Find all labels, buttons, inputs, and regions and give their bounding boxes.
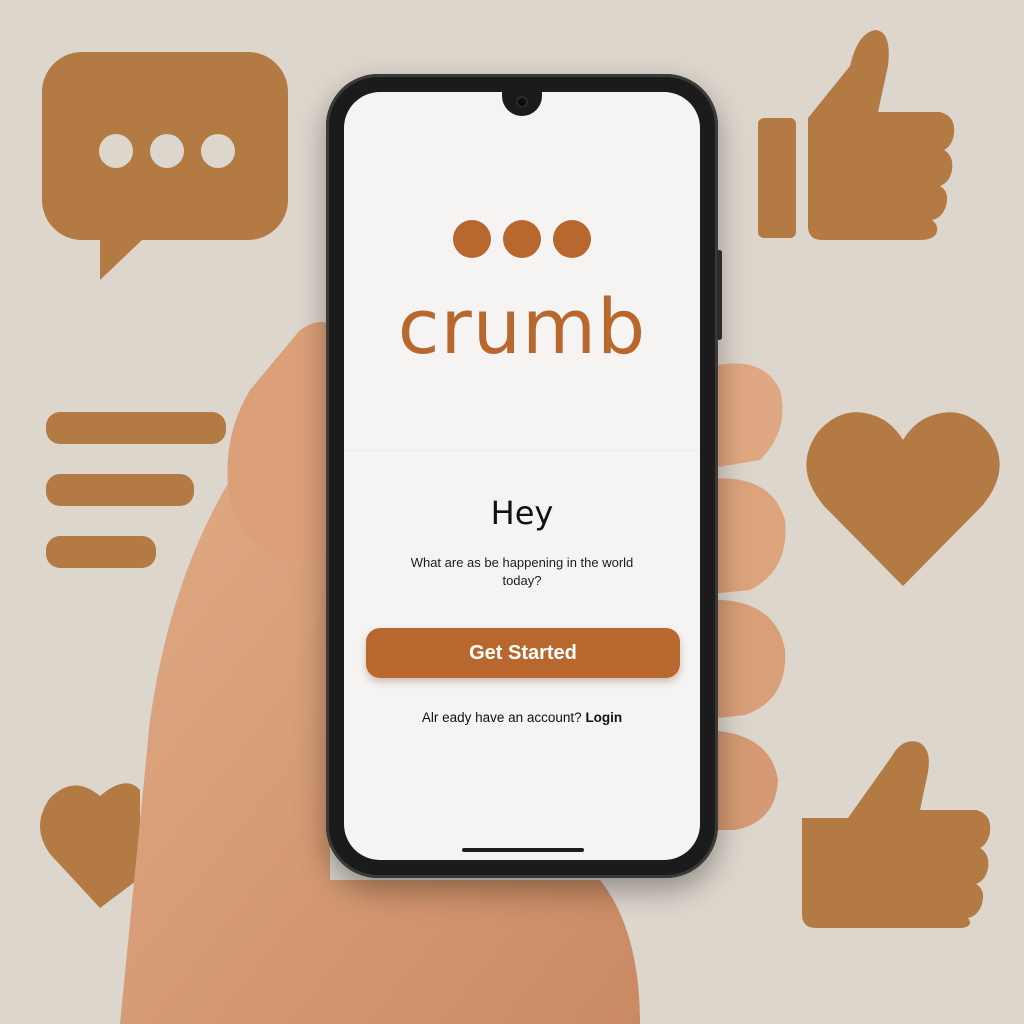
app-brand-name: crumb	[397, 282, 647, 371]
section-divider	[344, 450, 700, 451]
side-button	[717, 250, 722, 340]
speech-bubble-icon	[42, 52, 288, 282]
heart-icon	[40, 778, 140, 908]
camera-icon	[516, 96, 528, 108]
heart-icon	[806, 410, 1000, 586]
text-lines-icon	[46, 412, 226, 568]
app-logo-dots	[344, 220, 700, 258]
login-link[interactable]: Login	[585, 710, 622, 725]
logo-dot	[553, 220, 591, 258]
login-prompt-text: Alr eady have an account?	[421, 710, 582, 725]
app-screen: crumb Hey What are as be happening in th…	[344, 92, 700, 860]
logo-dot	[503, 220, 541, 258]
home-indicator	[462, 848, 584, 852]
login-prompt-row: Alr eady have an account? Login	[344, 710, 700, 725]
thumbs-up-icon	[802, 738, 992, 928]
thumbs-up-icon	[758, 26, 958, 240]
get-started-button[interactable]: Get Started	[366, 628, 680, 678]
welcome-subtext: What are as be happening in the world to…	[410, 555, 634, 588]
logo-dot	[453, 220, 491, 258]
phone-device: crumb Hey What are as be happening in th…	[326, 74, 722, 878]
notch	[502, 92, 542, 116]
welcome-heading: Hey	[490, 494, 554, 532]
